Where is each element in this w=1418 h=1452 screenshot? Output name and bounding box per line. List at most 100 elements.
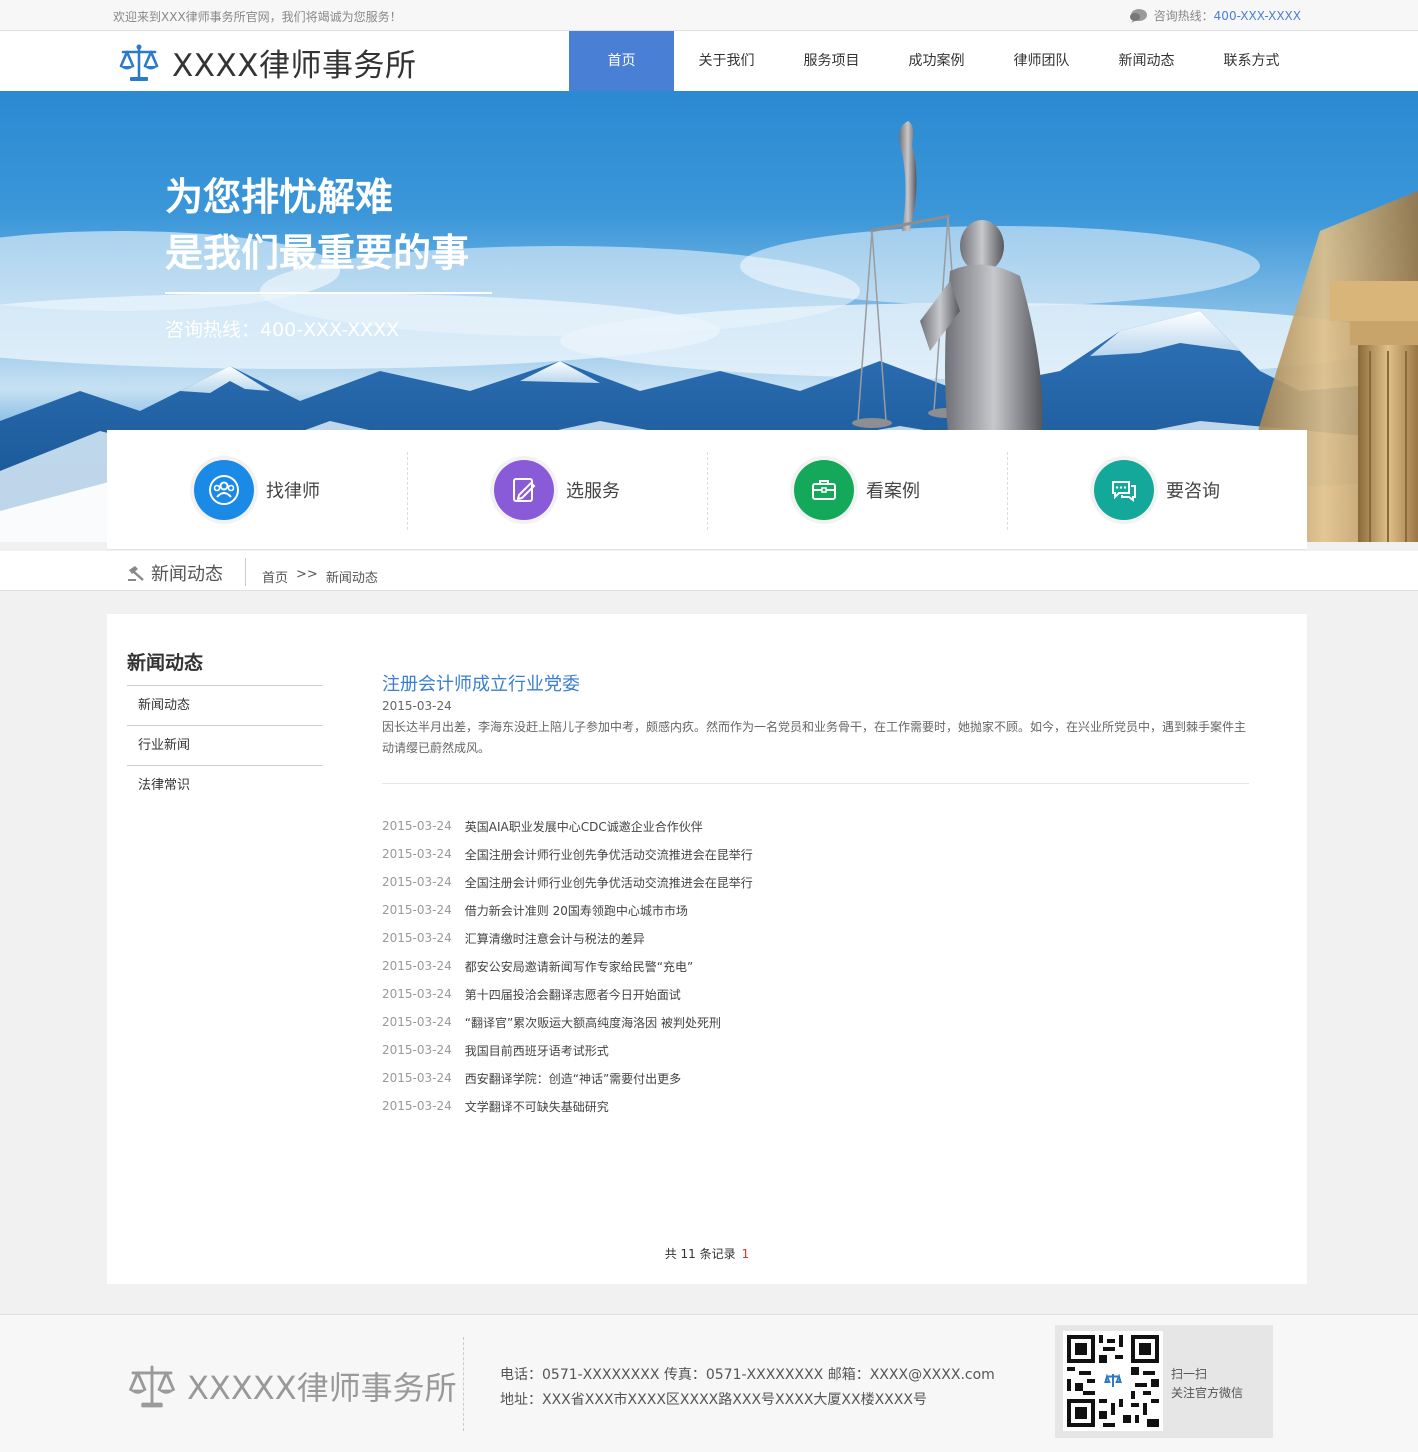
footer-divider (463, 1337, 464, 1431)
news-date: 2015-03-24 (382, 959, 452, 973)
list-item[interactable]: 2015-03-24 全国注册会计师行业创先争优活动交流推进会在昆举行 (382, 840, 1249, 868)
main-content: 新闻动态 新闻动态 行业新闻 法律常识 注册会计师成立行业党委 2015-03-… (107, 614, 1307, 1284)
sidebar-item-legal-knowledge[interactable]: 法律常识 (127, 766, 323, 806)
breadcrumb-bar: 新闻动态 首页 >> 新闻动态 (0, 551, 1418, 591)
section-title: 新闻动态 (151, 564, 223, 585)
list-item[interactable]: 2015-03-24 都安公安局邀请新闻写作专家给民警“充电” (382, 952, 1249, 980)
nav-item-news[interactable]: 新闻动态 (1094, 31, 1199, 91)
top-bar: 欢迎来到XXX律师事务所官网，我们将竭诚为您服务！ 咨询热线： 400-XXX-X… (0, 0, 1418, 31)
news-title[interactable]: “翻译官”累次贩运大额高纯度海洛因 被判处死刑 (465, 1014, 721, 1031)
main-nav: 首页 关于我们 服务项目 成功案例 律师团队 新闻动态 联系方式 (569, 31, 1304, 91)
briefcase-icon (794, 459, 854, 520)
news-title[interactable]: 全国注册会计师行业创先争优活动交流推进会在昆举行 (465, 846, 753, 863)
news-content: 注册会计师成立行业党委 2015-03-24 因长达半月出差，李海东没赶上陪儿子… (382, 670, 1249, 1120)
list-item[interactable]: 2015-03-24 英国AIA职业发展中心CDC诚邀企业合作伙伴 (382, 812, 1249, 840)
news-title[interactable]: 文学翻译不可缺失基础研究 (465, 1098, 609, 1115)
sidebar-item-industry-news[interactable]: 行业新闻 (127, 726, 323, 766)
footer-logo: XXXXX律师事务所 (127, 1361, 457, 1411)
breadcrumb-divider (245, 558, 246, 586)
quick-link-label: 选服务 (566, 480, 620, 502)
news-list: 2015-03-24 英国AIA职业发展中心CDC诚邀企业合作伙伴 2015-03… (382, 812, 1249, 1120)
news-title[interactable]: 都安公安局邀请新闻写作专家给民警“充电” (465, 958, 693, 975)
list-item[interactable]: 2015-03-24 我国目前西班牙语考试形式 (382, 1036, 1249, 1064)
banner-headline: 为您排忧解难 是我们最重要的事 (165, 169, 469, 281)
news-title[interactable]: 我国目前西班牙语考试形式 (465, 1042, 609, 1059)
nav-item-home[interactable]: 首页 (569, 31, 674, 91)
site-header: XXXX律师事务所 首页 关于我们 服务项目 成功案例 律师团队 新闻动态 联系… (0, 31, 1418, 91)
breadcrumb-current[interactable]: 新闻动态 (326, 567, 378, 586)
qr-caption-line-1: 扫一扫 (1171, 1367, 1208, 1381)
quick-links: 找律师 选服务 看案例 要咨询 (107, 430, 1307, 550)
hotline-number[interactable]: 400-XXX-XXXX (1214, 9, 1301, 23)
list-item[interactable]: 2015-03-24 汇算清缴时注意会计与税法的差异 (382, 924, 1249, 952)
pagination-summary: 共 11 条记录 (664, 1247, 736, 1261)
news-date: 2015-03-24 (382, 875, 452, 889)
users-icon (194, 459, 254, 520)
featured-article-date: 2015-03-24 (382, 699, 452, 713)
welcome-text: 欢迎来到XXX律师事务所官网，我们将竭诚为您服务！ (113, 10, 402, 24)
news-date: 2015-03-24 (382, 1071, 452, 1085)
breadcrumb-home[interactable]: 首页 (262, 567, 288, 586)
news-title[interactable]: 西安翻译学院：创造“神话”需要付出更多 (465, 1070, 681, 1087)
featured-article-title[interactable]: 注册会计师成立行业党委 (382, 670, 1249, 696)
list-item[interactable]: 2015-03-24 西安翻译学院：创造“神话”需要付出更多 (382, 1064, 1249, 1092)
list-item[interactable]: 2015-03-24 借力新会计准则 20国寿领跑中心城市市场 (382, 896, 1249, 924)
news-title[interactable]: 汇算清缴时注意会计与税法的差异 (465, 930, 645, 947)
edit-document-icon (494, 459, 554, 520)
news-date: 2015-03-24 (382, 1015, 452, 1029)
sidebar-item-news[interactable]: 新闻动态 (127, 686, 323, 726)
footer-address-line: 地址：XXX省XXX市XXXX区XXXX路XXX号XXXX大厦XX楼XXXX号 (500, 1392, 927, 1408)
news-title[interactable]: 英国AIA职业发展中心CDC诚邀企业合作伙伴 (465, 818, 703, 835)
news-date: 2015-03-24 (382, 847, 452, 861)
phone-chat-icon (1129, 8, 1147, 23)
breadcrumb-separator: >> (296, 567, 318, 582)
quick-link-select-service[interactable]: 选服务 (407, 430, 707, 549)
list-item[interactable]: 2015-03-24 全国注册会计师行业创先争优活动交流推进会在昆举行 (382, 868, 1249, 896)
quick-link-find-lawyer[interactable]: 找律师 (107, 430, 407, 549)
sidebar: 新闻动态 新闻动态 行业新闻 法律常识 (127, 648, 323, 806)
chat-bubbles-icon (1094, 459, 1154, 520)
news-date: 2015-03-24 (382, 987, 452, 1001)
scales-of-justice-icon (119, 44, 159, 81)
quick-link-label: 要咨询 (1166, 480, 1220, 502)
nav-item-team[interactable]: 律师团队 (989, 31, 1094, 91)
list-item[interactable]: 2015-03-24 文学翻译不可缺失基础研究 (382, 1092, 1249, 1120)
news-date: 2015-03-24 (382, 1099, 452, 1113)
qr-caption: 扫一扫 关注官方微信 (1171, 1365, 1243, 1403)
page-number[interactable]: 1 (742, 1247, 750, 1261)
news-title[interactable]: 第十四届投洽会翻译志愿者今日开始面试 (465, 986, 681, 1003)
news-title[interactable]: 借力新会计准则 20国寿领跑中心城市市场 (465, 902, 688, 919)
quick-link-consult[interactable]: 要咨询 (1007, 430, 1307, 549)
news-title[interactable]: 全国注册会计师行业创先争优活动交流推进会在昆举行 (465, 874, 753, 891)
footer-contact: 电话：0571-XXXXXXXX 传真：0571-XXXXXXXX 邮箱：XXX… (500, 1363, 995, 1413)
news-date: 2015-03-24 (382, 903, 452, 917)
banner-hotline: 咨询热线：400-XXX-XXXX (165, 319, 400, 341)
nav-item-about[interactable]: 关于我们 (674, 31, 779, 91)
news-date: 2015-03-24 (382, 819, 452, 833)
sidebar-title: 新闻动态 (127, 648, 323, 686)
nav-item-contact[interactable]: 联系方式 (1199, 31, 1304, 91)
section-heading: 新闻动态 (127, 560, 223, 586)
footer-logo-text: XXXXX律师事务所 (187, 1369, 457, 1407)
logo-text: XXXX律师事务所 (172, 48, 417, 84)
hotline-label: 咨询热线： (1153, 9, 1214, 23)
banner-headline-line-1: 为您排忧解难 (165, 175, 394, 219)
site-logo[interactable]: XXXX律师事务所 (118, 40, 416, 85)
gavel-icon (128, 566, 144, 581)
news-date: 2015-03-24 (382, 931, 452, 945)
nav-item-cases[interactable]: 成功案例 (884, 31, 989, 91)
quick-link-label: 看案例 (866, 480, 920, 502)
featured-article-summary: 因长达半月出差，李海东没赶上陪儿子参加中考，颇感内疚。然而作为一名党员和业务骨干… (382, 720, 1247, 755)
news-date: 2015-03-24 (382, 1043, 452, 1057)
nav-item-services[interactable]: 服务项目 (779, 31, 884, 91)
top-hotline: 咨询热线： 400-XXX-XXXX (1128, 7, 1301, 24)
pagination: 共 11 条记录 1 (107, 1245, 1307, 1262)
banner-headline-line-2: 是我们最重要的事 (165, 231, 470, 275)
breadcrumb: 首页 >> 新闻动态 (262, 567, 378, 586)
list-item[interactable]: 2015-03-24 “翻译官”累次贩运大额高纯度海洛因 被判处死刑 (382, 1008, 1249, 1036)
wechat-qr-block: 扫一扫 关注官方微信 (1055, 1325, 1273, 1438)
list-item[interactable]: 2015-03-24 第十四届投洽会翻译志愿者今日开始面试 (382, 980, 1249, 1008)
quick-link-view-cases[interactable]: 看案例 (707, 430, 1007, 549)
footer-contact-line: 电话：0571-XXXXXXXX 传真：0571-XXXXXXXX 邮箱：XXX… (500, 1367, 995, 1383)
banner-divider (165, 292, 492, 294)
